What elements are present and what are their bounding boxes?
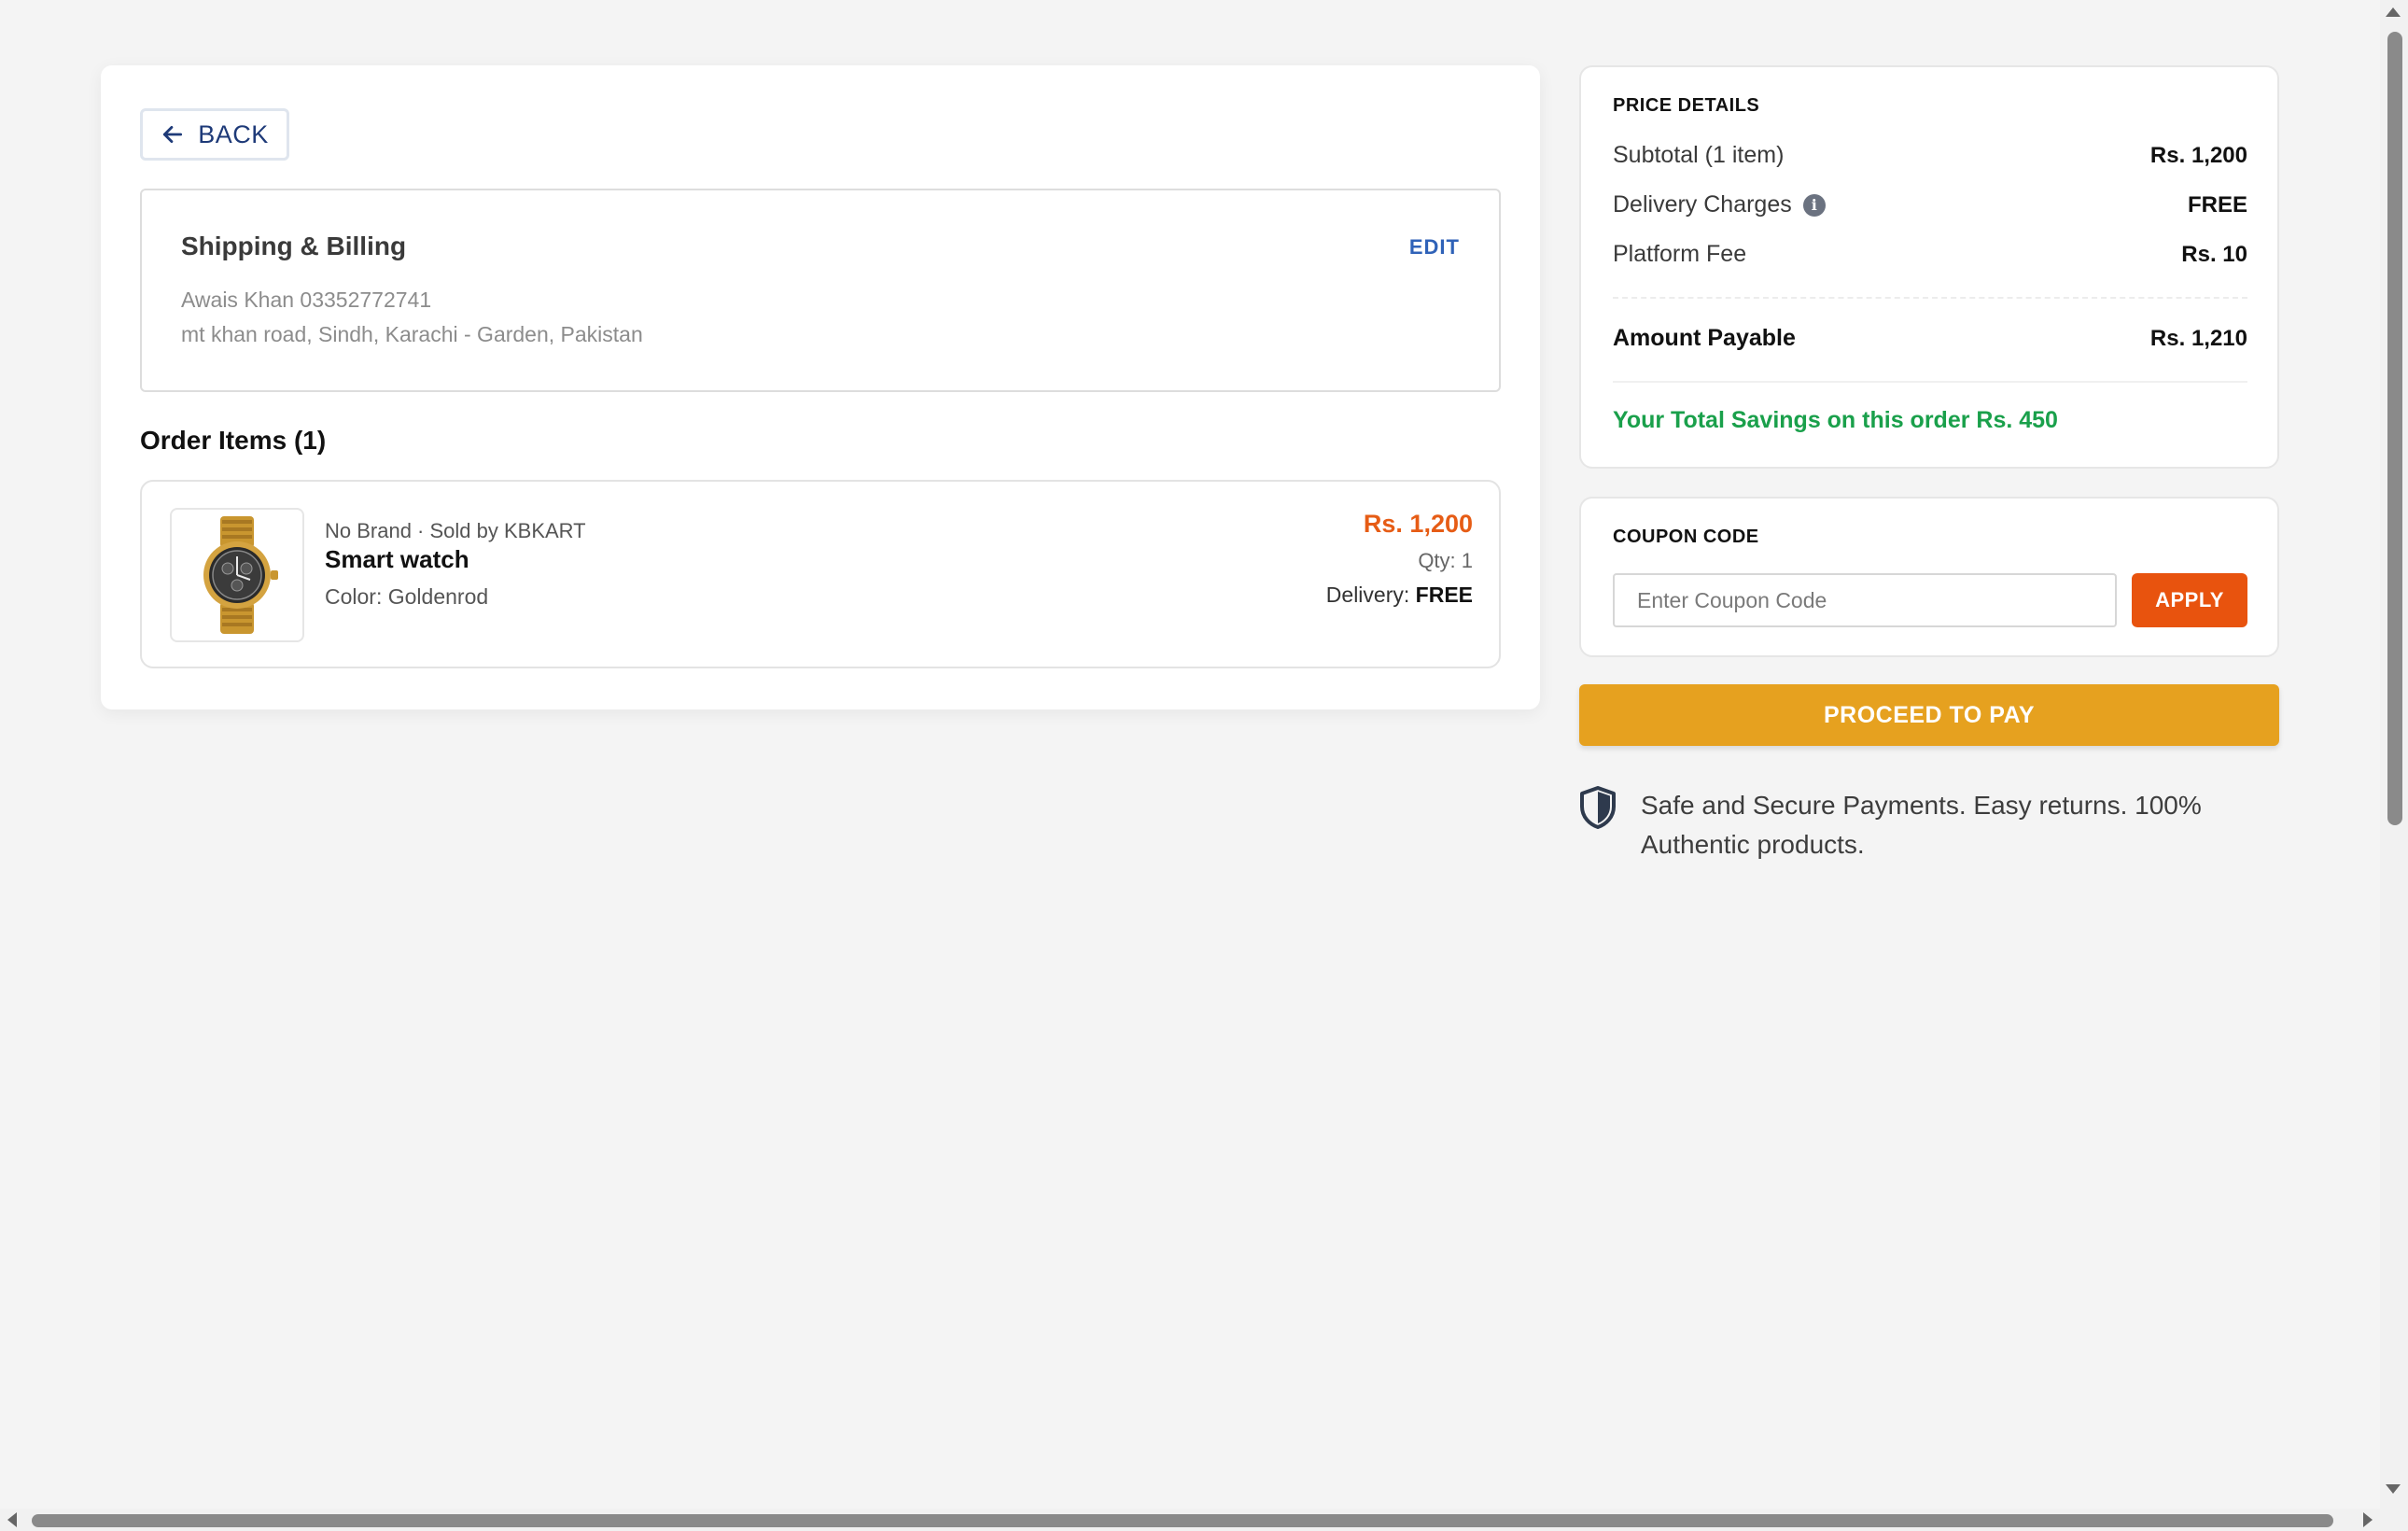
delivery-charges-label-wrap: Delivery Charges i bbox=[1613, 191, 1826, 218]
coupon-input[interactable] bbox=[1613, 573, 2117, 627]
scroll-down-arrow-icon[interactable] bbox=[2386, 1484, 2401, 1494]
order-items-heading: Order Items (1) bbox=[140, 426, 327, 455]
secure-payments-note: Safe and Secure Payments. Easy returns. … bbox=[1579, 786, 2279, 864]
delivery-charges-row: Delivery Charges i FREE bbox=[1613, 191, 2247, 218]
platform-fee-label: Platform Fee bbox=[1613, 241, 1747, 267]
info-icon[interactable]: i bbox=[1802, 193, 1826, 217]
shipping-name-phone: Awais Khan 03352772741 bbox=[181, 288, 432, 312]
subtotal-label: Subtotal (1 item) bbox=[1613, 142, 1785, 168]
platform-fee-row: Platform Fee Rs. 10 bbox=[1613, 241, 2247, 268]
item-delivery-label: Delivery: bbox=[1325, 583, 1410, 607]
proceed-to-pay-button[interactable]: PROCEED TO PAY bbox=[1579, 684, 2279, 746]
product-thumbnail[interactable] bbox=[170, 508, 304, 642]
item-delivery-value: FREE bbox=[1415, 583, 1473, 607]
back-button-label: BACK bbox=[198, 119, 269, 148]
amount-payable-label: Amount Payable bbox=[1613, 325, 1796, 351]
checkout-main-card: BACK Shipping & Billing EDIT Awais Khan … bbox=[101, 65, 1540, 709]
item-delivery: Delivery: FREE bbox=[1326, 583, 1473, 608]
subtotal-value: Rs. 1,200 bbox=[2149, 142, 2247, 168]
price-divider bbox=[1613, 297, 2247, 299]
coupon-heading: COUPON CODE bbox=[1613, 527, 1759, 547]
item-brand-seller: No Brand · Sold by KBKART bbox=[325, 519, 586, 542]
back-button[interactable]: BACK bbox=[140, 108, 289, 161]
watch-icon bbox=[203, 516, 278, 634]
scroll-right-arrow-icon[interactable] bbox=[2363, 1512, 2373, 1527]
amount-payable-row: Amount Payable Rs. 1,210 bbox=[1613, 325, 2247, 352]
item-color: Color: Goldenrod bbox=[325, 584, 489, 609]
vertical-scrollbar-thumb[interactable] bbox=[2387, 32, 2402, 825]
edit-shipping-link[interactable]: EDIT bbox=[1409, 235, 1460, 260]
shipping-title: Shipping & Billing bbox=[181, 232, 407, 260]
price-details-heading: PRICE DETAILS bbox=[1613, 95, 1760, 116]
price-details-card: PRICE DETAILS Subtotal (1 item) Rs. 1,20… bbox=[1579, 65, 2279, 469]
order-item-card: No Brand · Sold by KBKART Smart watch Co… bbox=[140, 480, 1501, 668]
delivery-charges-label: Delivery Charges bbox=[1613, 191, 1792, 218]
horizontal-scrollbar[interactable] bbox=[0, 1509, 2408, 1531]
savings-divider bbox=[1613, 381, 2247, 383]
scroll-up-arrow-icon[interactable] bbox=[2386, 7, 2401, 17]
amount-payable-value: Rs. 1,210 bbox=[2149, 325, 2247, 351]
arrow-left-icon bbox=[163, 126, 183, 143]
platform-fee-value: Rs. 10 bbox=[2181, 241, 2247, 267]
shipping-address: mt khan road, Sindh, Karachi - Garden, P… bbox=[181, 322, 643, 346]
item-name[interactable]: Smart watch bbox=[325, 545, 469, 574]
horizontal-scrollbar-thumb[interactable] bbox=[32, 1514, 2333, 1527]
total-savings: Your Total Savings on this order Rs. 450 bbox=[1613, 407, 2058, 433]
vertical-scrollbar[interactable] bbox=[2380, 0, 2408, 1509]
scroll-left-arrow-icon[interactable] bbox=[7, 1512, 17, 1527]
subtotal-row: Subtotal (1 item) Rs. 1,200 bbox=[1613, 142, 2247, 169]
secure-payments-text: Safe and Secure Payments. Easy returns. … bbox=[1641, 791, 2202, 859]
delivery-charges-value: FREE bbox=[2187, 191, 2247, 218]
shipping-billing-section: Shipping & Billing EDIT Awais Khan 03352… bbox=[140, 189, 1501, 392]
item-price: Rs. 1,200 bbox=[1363, 510, 1473, 538]
shield-icon bbox=[1580, 786, 1616, 829]
apply-coupon-button[interactable]: APPLY bbox=[2132, 573, 2247, 627]
coupon-card: COUPON CODE APPLY bbox=[1579, 497, 2279, 657]
item-quantity: Qty: 1 bbox=[1418, 549, 1473, 572]
